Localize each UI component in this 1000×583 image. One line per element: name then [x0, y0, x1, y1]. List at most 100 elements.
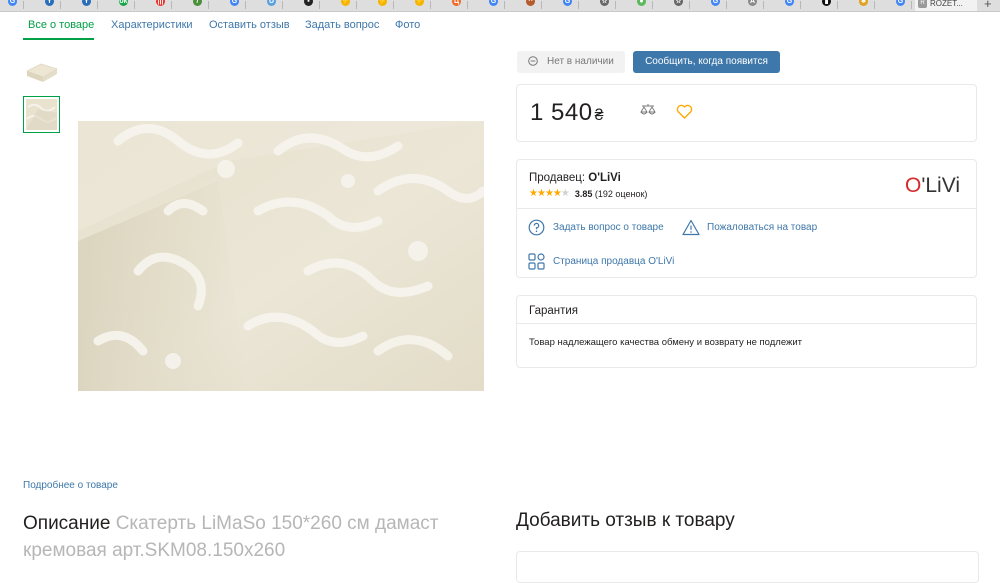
- tab-characteristics[interactable]: Характеристики: [111, 19, 193, 31]
- rating-stars: ★★★★★: [529, 188, 570, 199]
- browser-tab[interactable]: G: [0, 0, 24, 11]
- tab-separator: [23, 1, 24, 9]
- browser-tab[interactable]: /: [185, 0, 209, 11]
- tab-separator: [134, 1, 135, 9]
- browser-tab[interactable]: G: [555, 0, 579, 11]
- seller-logo-text: 'LiVi: [921, 174, 960, 197]
- browser-tab[interactable]: U: [259, 0, 283, 11]
- review-form-box[interactable]: [516, 551, 979, 583]
- warranty-card: Гарантия Товар надлежащего качества обме…: [516, 295, 977, 368]
- google-icon: G: [896, 0, 905, 6]
- black-box-icon: ▮: [822, 0, 831, 6]
- tab-separator: [578, 1, 579, 9]
- bars-icon: |||: [156, 0, 165, 6]
- seller-logo[interactable]: O'LiVi: [905, 174, 960, 198]
- tab-separator: [763, 1, 764, 9]
- seller-page-label: Страница продавца O'LiVi: [553, 256, 675, 267]
- image-icon: ▪: [304, 0, 313, 6]
- orange-c-icon: Ц: [452, 0, 461, 6]
- tab-separator: [800, 1, 801, 9]
- google-icon: G: [563, 0, 572, 6]
- tab-photo[interactable]: Фото: [395, 19, 420, 31]
- tab-separator: [726, 1, 727, 9]
- tab-separator: [356, 1, 357, 9]
- rozetka-favicon-icon: R: [918, 0, 927, 8]
- browser-tab[interactable]: ⚡: [370, 0, 394, 11]
- product-main-image[interactable]: [78, 121, 488, 391]
- ok-icon: ok: [119, 0, 128, 6]
- tab-leave-review[interactable]: Оставить отзыв: [209, 19, 290, 31]
- tab-separator: [541, 1, 542, 9]
- gallery-thumbnail-1[interactable]: [23, 55, 60, 92]
- out-of-stock-badge: Нет в наличии: [517, 51, 625, 73]
- seller-logo-o: O: [905, 174, 922, 197]
- warranty-text: Товар надлежащего качества обмену и возв…: [529, 337, 803, 348]
- browser-tab[interactable]: ⚡: [407, 0, 431, 11]
- seller-label: Продавец:: [529, 172, 586, 184]
- cup-icon: U: [267, 0, 276, 6]
- tab-separator: [504, 1, 505, 9]
- tab-separator: [319, 1, 320, 9]
- warranty-title: Гарантия: [529, 305, 579, 317]
- browser-tab[interactable]: ok: [111, 0, 135, 11]
- price-value: 1 540: [530, 99, 593, 126]
- more-about-product-link[interactable]: Подробнее о товаре: [23, 480, 118, 491]
- browser-tab[interactable]: |||: [148, 0, 172, 11]
- green-leaf-icon: ●: [637, 0, 646, 6]
- tab-all-about-product[interactable]: Все о товаре: [28, 19, 94, 31]
- browser-tab[interactable]: ☆: [666, 0, 690, 11]
- browser-tab[interactable]: Y: [37, 0, 61, 11]
- warning-triangle-icon: [682, 219, 700, 236]
- new-tab-button[interactable]: +: [984, 0, 992, 11]
- browser-tab[interactable]: G: [481, 0, 505, 11]
- leaf-icon: /: [193, 0, 202, 6]
- browser-tab-strip: G Y Yok ||| / G U ▪ ⚡ ⚡ ⚡ Ц G ^ G ☆ ● ☆ G A G ▮ ♣ G R ROZET... …: [0, 0, 1000, 12]
- currency-symbol: ₴: [594, 107, 604, 124]
- browser-tab[interactable]: G: [888, 0, 912, 11]
- minus-circle-icon: [528, 56, 538, 66]
- complain-label: Пожаловаться на товар: [707, 222, 818, 233]
- divider: [517, 323, 976, 324]
- browser-tab[interactable]: A: [740, 0, 764, 11]
- tab-separator: [467, 1, 468, 9]
- active-tab-underline: [23, 38, 94, 40]
- yellow-bolt-icon: ⚡: [341, 0, 350, 6]
- tab-separator: [689, 1, 690, 9]
- google-icon: G: [489, 0, 498, 6]
- description-heading: Описание Скатерть LiMaSo 150*260 см дама…: [23, 510, 473, 564]
- browser-tab[interactable]: Y: [74, 0, 98, 11]
- hat-icon: ^: [526, 0, 535, 6]
- browser-tab[interactable]: G: [222, 0, 246, 11]
- heart-icon[interactable]: [676, 104, 693, 120]
- notify-when-available-button[interactable]: Сообщить, когда появится: [633, 51, 780, 73]
- browser-tab[interactable]: Ц: [444, 0, 468, 11]
- stock-status-text: Нет в наличии: [547, 56, 614, 67]
- compare-scales-icon[interactable]: [639, 103, 657, 121]
- yellow-bolt-icon: ⚡: [415, 0, 424, 6]
- browser-tab[interactable]: ♣: [851, 0, 875, 11]
- tab-separator: [615, 1, 616, 9]
- tab-ask-question[interactable]: Задать вопрос: [305, 19, 379, 31]
- grid-apps-icon: [528, 253, 545, 270]
- browser-tab[interactable]: ⚡: [333, 0, 357, 11]
- browser-tab[interactable]: G: [703, 0, 727, 11]
- google-icon: G: [711, 0, 720, 6]
- blue-shield-icon: Y: [45, 0, 54, 6]
- google-icon: G: [8, 0, 17, 6]
- browser-tab[interactable]: ●: [629, 0, 653, 11]
- tab-separator: [208, 1, 209, 9]
- browser-tab[interactable]: ^: [518, 0, 542, 11]
- blue-shield-icon: Y: [82, 0, 91, 6]
- a-icon: A: [748, 0, 757, 6]
- seller-card: Продавец: O'LiVi ★★★★★ 3.85 (192 оценок) …: [516, 159, 977, 278]
- browser-tab[interactable]: ▪: [296, 0, 320, 11]
- star-icon: ☆: [600, 0, 609, 6]
- browser-tab-active[interactable]: R ROZET...: [915, 0, 977, 11]
- gallery-thumbnail-2[interactable]: [23, 96, 60, 133]
- seller-name[interactable]: O'LiVi: [588, 172, 621, 184]
- pineapple-icon: ♣: [859, 0, 868, 6]
- browser-tab[interactable]: ▮: [814, 0, 838, 11]
- browser-tab[interactable]: G: [777, 0, 801, 11]
- star-icon: ★: [560, 188, 570, 199]
- browser-tab[interactable]: ☆: [592, 0, 616, 11]
